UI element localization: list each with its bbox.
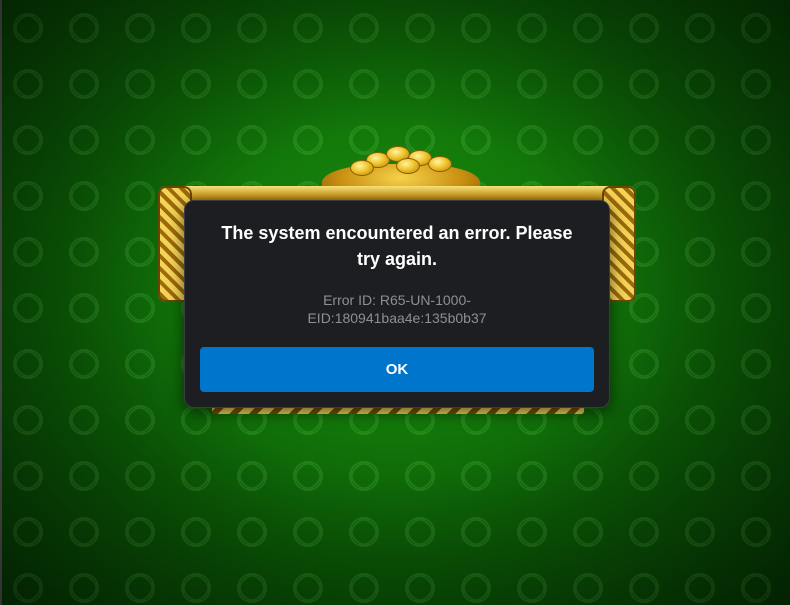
error-message: The system encountered an error. Please … [221,223,573,269]
error-id-line: Error ID: R65-UN-1000- [323,292,471,308]
gold-coin-icon [350,160,374,176]
game-screen: The system encountered an error. Please … [0,0,790,605]
error-id-line: EID:180941baa4e:135b0b37 [307,310,487,326]
error-id: Error ID: R65-UN-1000- EID:180941baa4e:1… [225,291,569,327]
gold-coin-icon [428,156,452,172]
error-dialog: The system encountered an error. Please … [184,200,610,408]
ok-button[interactable]: OK [200,347,594,392]
gold-coin-icon [396,158,420,174]
